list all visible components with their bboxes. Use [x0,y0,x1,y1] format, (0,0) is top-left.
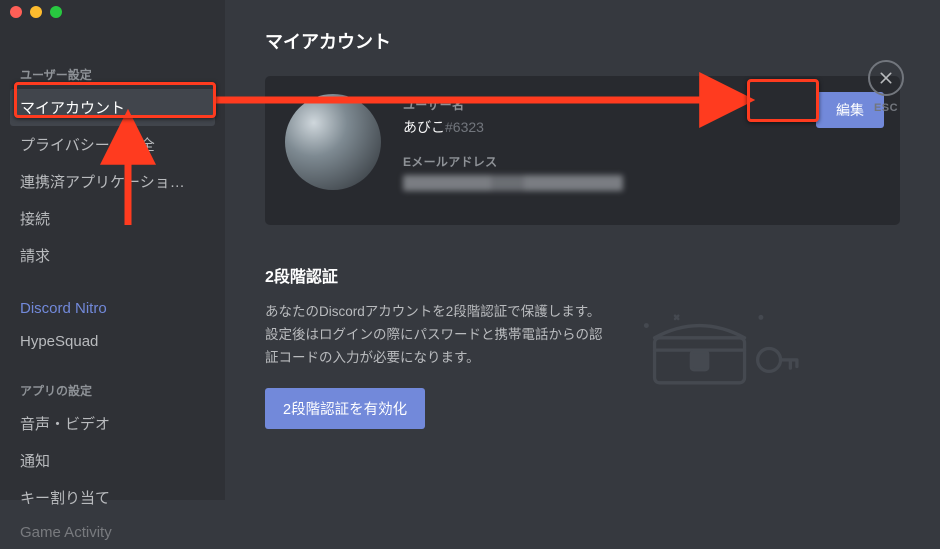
username-label: ユーザー名 [403,96,880,113]
sidebar-item-keybinds[interactable]: キー割り当て [10,479,215,516]
traffic-light-close[interactable] [10,6,22,18]
two-factor-description: あなたのDiscordアカウントを2段階認証で保護します。設定後はログインの際に… [265,301,605,370]
sidebar-item-billing[interactable]: 請求 [10,237,215,274]
settings-sidebar: ユーザー設定 マイアカウント プライバシー・安全 連携済アプリケーショ… 接続 … [0,0,225,500]
close-settings-button[interactable] [868,60,904,96]
email-value [403,174,880,191]
sidebar-item-discord-nitro[interactable]: Discord Nitro [10,292,215,325]
account-card: ユーザー名 あびこ#6323 Eメールアドレス 編集 [265,76,900,225]
user-avatar[interactable] [285,94,381,190]
traffic-light-zoom[interactable] [50,6,62,18]
email-blurred [403,175,623,191]
settings-content: マイアカウント ユーザー名 あびこ#6323 Eメールアドレス 編集 2段階認証… [225,0,940,500]
username-text: あびこ [403,119,445,135]
email-label: Eメールアドレス [403,153,880,170]
username-value: あびこ#6323 [403,117,880,137]
two-factor-section: 2段階認証 あなたのDiscordアカウントを2段階認証で保護します。設定後はロ… [265,263,900,429]
enable-2fa-button[interactable]: 2段階認証を有効化 [265,388,425,429]
sidebar-item-hypesquad[interactable]: HypeSquad [10,325,215,358]
close-settings: ESC [868,60,904,114]
sidebar-item-voice-video[interactable]: 音声・ビデオ [10,405,215,442]
window-titlebar [0,0,62,24]
two-factor-title: 2段階認証 [265,263,900,287]
sidebar-item-game-activity[interactable]: Game Activity [10,516,215,549]
sidebar-item-connections[interactable]: 接続 [10,200,215,237]
page-title: マイアカウント [265,28,900,54]
lock-chest-illustration [635,301,805,391]
sidebar-item-privacy-safety[interactable]: プライバシー・安全 [10,126,215,163]
close-settings-label: ESC [868,102,904,114]
sidebar-item-my-account[interactable]: マイアカウント [10,89,215,126]
sidebar-header-app-settings: アプリの設定 [10,376,215,405]
traffic-light-minimize[interactable] [30,6,42,18]
sidebar-item-notifications[interactable]: 通知 [10,442,215,479]
sidebar-header-user-settings: ユーザー設定 [10,60,215,89]
close-icon [878,70,894,86]
sidebar-item-authorized-apps[interactable]: 連携済アプリケーショ… [10,163,215,200]
username-discriminator: #6323 [445,119,484,135]
